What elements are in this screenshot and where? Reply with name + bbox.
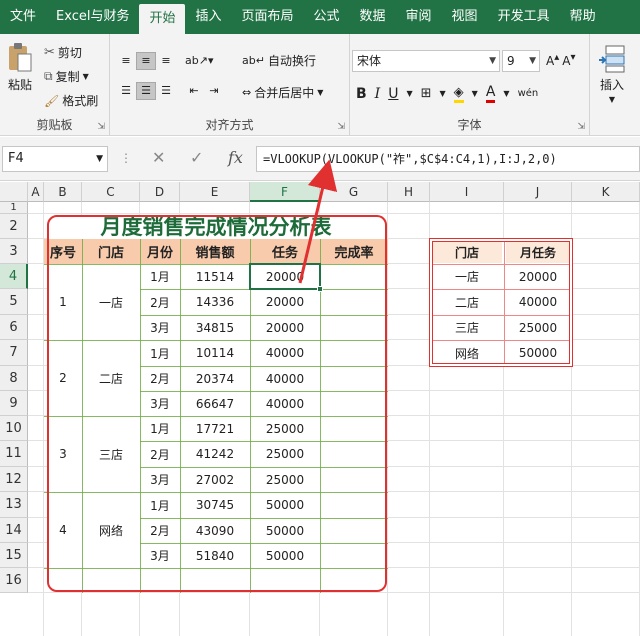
annotation-arrow (298, 159, 338, 284)
